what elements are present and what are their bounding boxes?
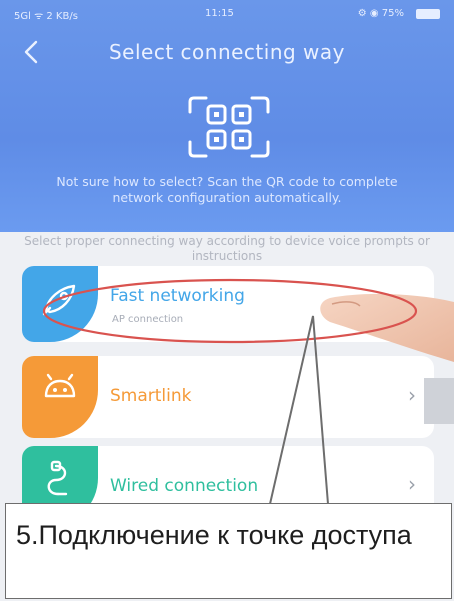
header-panel: 5Gl ᯤ 2 KB/s 11:15 ⚙ ◉ 75% Select connec… xyxy=(0,0,454,232)
qr-scan-button[interactable] xyxy=(186,94,272,160)
fast-networking-label: Fast networking xyxy=(110,286,245,306)
option-fast-networking[interactable]: Fast networking AP connection xyxy=(22,266,434,342)
side-tab xyxy=(424,378,454,424)
status-time: 11:15 xyxy=(205,8,234,19)
option-smartlink[interactable]: Smartlink › xyxy=(22,356,434,438)
page-title: Select connecting way xyxy=(108,40,346,64)
qr-scan-icon xyxy=(188,96,270,158)
status-right: ⚙ ◉ 75% xyxy=(357,8,404,19)
cable-icon xyxy=(47,460,68,496)
smartlink-label: Smartlink xyxy=(110,386,192,406)
fast-networking-sub: AP connection xyxy=(112,314,184,325)
status-left: 5Gl ᯤ 2 KB/s xyxy=(14,11,78,22)
battery-icon xyxy=(416,9,440,19)
connect-hint: Select proper connecting way according t… xyxy=(24,234,430,263)
wired-connection-label: Wired connection xyxy=(110,476,259,496)
smartlink-icon-badge xyxy=(22,356,98,438)
scan-message: Not sure how to select? Scan the QR code… xyxy=(56,174,398,205)
android-icon xyxy=(44,373,76,398)
fast-icon-badge xyxy=(22,266,98,342)
chevron-right-icon: › xyxy=(408,472,416,496)
caption-box: 5.Подключение к точке доступа xyxy=(5,503,452,599)
chevron-right-icon: › xyxy=(408,383,416,407)
status-bar: 5Gl ᯤ 2 KB/s 11:15 ⚙ ◉ 75% xyxy=(0,8,454,24)
rocket-icon xyxy=(42,284,76,316)
caption-text: 5.Подключение к точке доступа xyxy=(16,520,412,550)
